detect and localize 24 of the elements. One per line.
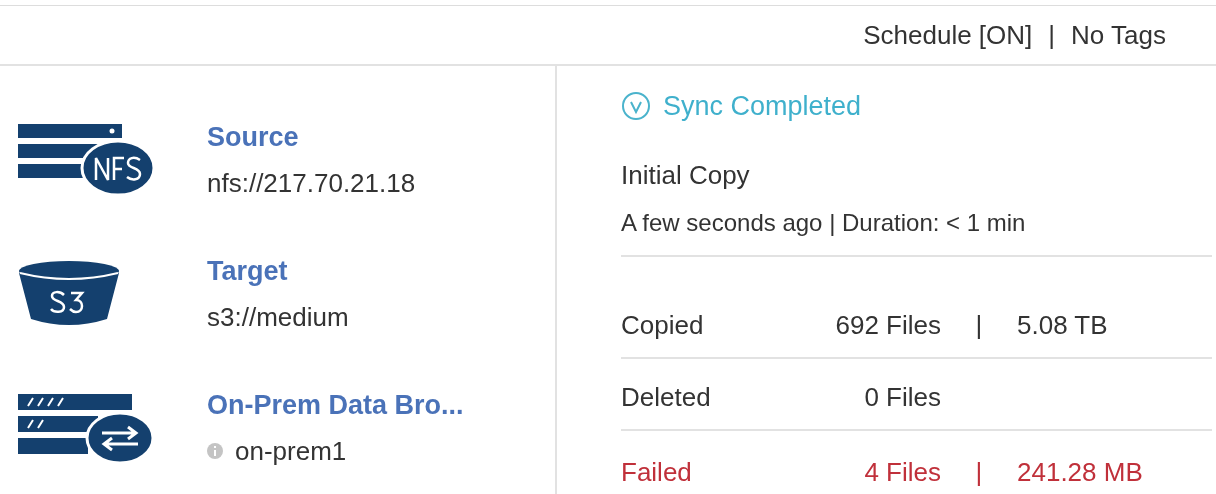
file-count: 0 Files xyxy=(863,380,941,414)
schedule-status: Schedule [ON] xyxy=(863,18,1033,52)
endpoint-title[interactable]: Source xyxy=(207,117,416,158)
separator: | xyxy=(974,308,984,342)
file-count: 4 Files xyxy=(863,455,941,489)
endpoint-title[interactable]: On-Prem Data Bro... xyxy=(207,385,464,426)
endpoint-path: s3://medium xyxy=(207,300,349,334)
file-count: 692 Files xyxy=(834,308,941,342)
run-title: Initial Copy xyxy=(621,159,751,192)
separator: | xyxy=(1048,18,1056,52)
endpoint-title[interactable]: Target xyxy=(207,251,349,292)
data-size: 241.28 MB xyxy=(1017,455,1143,489)
stat-label: Copied xyxy=(621,308,705,342)
endpoint-path: nfs://217.70.21.18 xyxy=(207,166,416,200)
run-detail: A few seconds ago | Duration: < 1 min xyxy=(621,208,1027,238)
check-circle-icon xyxy=(621,91,651,121)
separator: | xyxy=(974,455,984,489)
info-icon[interactable] xyxy=(207,443,223,460)
data-size: 5.08 TB xyxy=(1017,308,1108,342)
endpoint-path: on-prem1 xyxy=(235,434,347,468)
stat-label: Failed xyxy=(621,455,693,489)
stat-label: Deleted xyxy=(621,380,712,414)
sync-status: Sync Completed xyxy=(663,89,862,123)
tags-label: No Tags xyxy=(1071,18,1166,52)
